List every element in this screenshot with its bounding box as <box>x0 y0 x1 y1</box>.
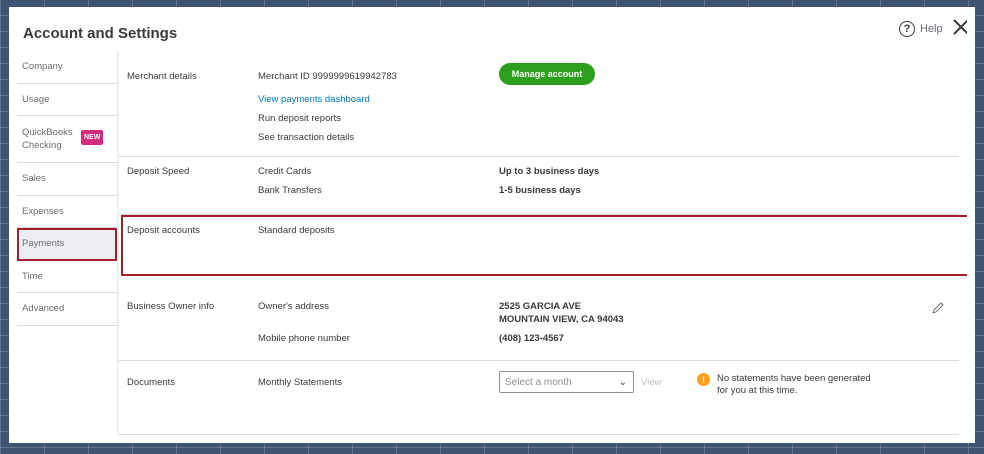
sidebar-item-label: Payments <box>22 238 65 250</box>
merchant-id: Merchant ID 9999999619942783 <box>258 71 397 82</box>
mobile-phone-value: (408) 123-4567 <box>499 333 564 344</box>
settings-sidebar: Company Usage QuickBooks Checking NEW Sa… <box>17 51 117 435</box>
question-circle-icon: ? <box>899 21 915 37</box>
settings-panel: Account and Settings ? Help Company Usag… <box>17 15 967 435</box>
sidebar-item-advanced[interactable]: Advanced <box>17 293 117 326</box>
no-statements-message: No statements have been generated for yo… <box>717 373 871 396</box>
month-select[interactable]: Select a month ⌄ <box>499 371 634 393</box>
owners-address-label: Owner's address <box>258 301 329 312</box>
address-line-2: MOUNTAIN VIEW, CA 94043 <box>499 314 624 325</box>
help-button[interactable]: ? Help <box>899 21 943 37</box>
sidebar-item-quickbooks-checking[interactable]: QuickBooks Checking NEW <box>17 116 117 163</box>
sidebar-item-label: Usage <box>22 93 50 105</box>
sidebar-item-expenses[interactable]: Expenses <box>17 196 117 228</box>
merchant-details-section: Merchant details Merchant ID 99999996199… <box>119 51 959 157</box>
bank-transfers-value: 1-5 business days <box>499 185 581 196</box>
help-label: Help <box>920 23 943 35</box>
monthly-statements-label: Monthly Statements <box>258 377 342 388</box>
mobile-phone-label: Mobile phone number <box>258 333 350 344</box>
sidebar-item-payments[interactable]: Payments <box>17 228 117 261</box>
documents-section: Documents Monthly Statements Select a mo… <box>119 361 959 435</box>
deposit-accounts-highlight <box>121 215 967 276</box>
sidebar-item-label: QuickBooks Checking <box>22 127 73 151</box>
chevron-down-icon: ⌄ <box>618 377 627 388</box>
view-statement-link[interactable]: View <box>641 377 661 388</box>
sidebar-item-sales[interactable]: Sales <box>17 163 117 196</box>
credit-cards-label: Credit Cards <box>258 166 312 177</box>
payments-content: Merchant details Merchant ID 99999996199… <box>119 51 967 435</box>
view-payments-dashboard-link[interactable]: View payments dashboard <box>258 94 370 105</box>
sidebar-item-label: Sales <box>22 173 46 185</box>
credit-cards-value: Up to 3 business days <box>499 166 600 177</box>
section-title: Deposit Speed <box>127 166 190 177</box>
new-badge: NEW <box>81 130 104 145</box>
bank-transfers-label: Bank Transfers <box>258 185 322 196</box>
close-icon[interactable] <box>951 17 967 37</box>
sidebar-item-time[interactable]: Time <box>17 261 117 293</box>
sidebar-item-company[interactable]: Company <box>17 51 117 84</box>
section-title: Merchant details <box>127 71 197 82</box>
sidebar-item-label: Company <box>22 61 63 73</box>
address-line-1: 2525 GARCIA AVE <box>499 301 582 312</box>
business-owner-section: Business Owner info Owner's address 2525… <box>119 281 959 361</box>
deposit-speed-section: Deposit Speed Credit Cards Up to 3 busin… <box>119 157 959 215</box>
manage-account-button[interactable]: Manage account <box>499 63 595 85</box>
settings-window: Account and Settings ? Help Company Usag… <box>9 7 975 443</box>
sidebar-item-label: Expenses <box>22 205 64 217</box>
month-select-placeholder: Select a month <box>505 376 572 388</box>
section-title: Business Owner info <box>127 301 215 312</box>
page-title: Account and Settings <box>23 25 178 42</box>
sidebar-item-usage[interactable]: Usage <box>17 84 117 116</box>
run-deposit-reports-link[interactable]: Run deposit reports <box>258 113 341 124</box>
sidebar-item-label: Advanced <box>22 303 65 315</box>
section-title: Documents <box>127 377 176 388</box>
exclamation-icon: ! <box>697 373 710 386</box>
sidebar-item-label: Time <box>22 270 43 282</box>
pencil-icon[interactable] <box>931 301 945 315</box>
see-transaction-details-link[interactable]: See transaction details <box>258 132 354 143</box>
